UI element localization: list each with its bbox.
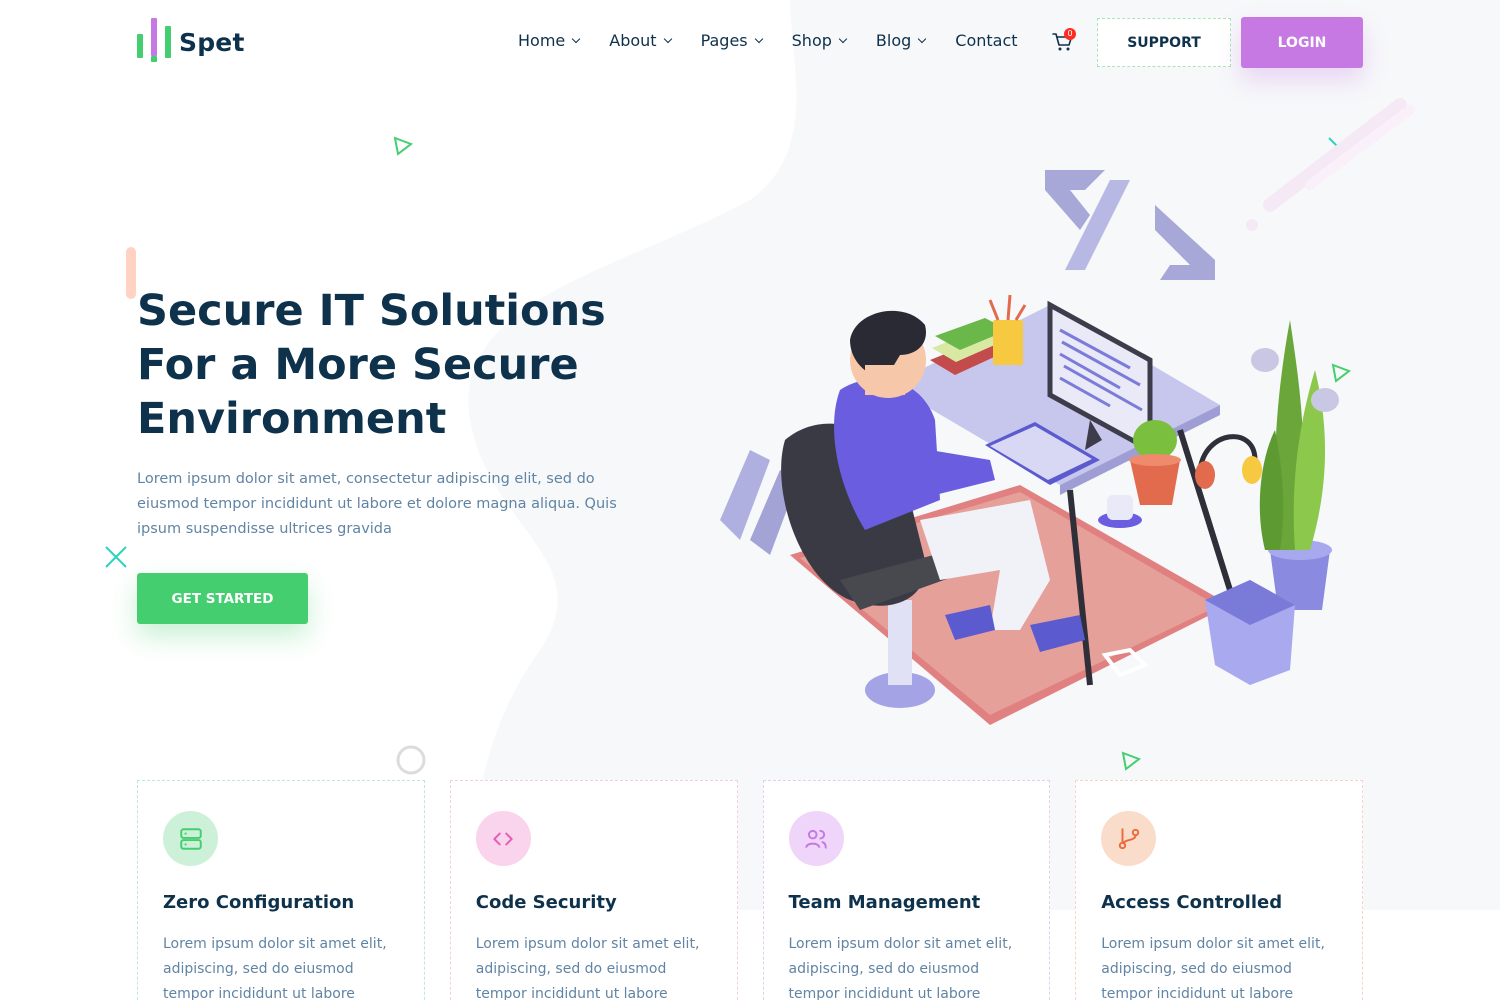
- triangle-shape: [393, 136, 414, 156]
- brand-logo[interactable]: Spet: [137, 18, 245, 62]
- feature-description: Lorem ipsum dolor sit amet elit, adipisc…: [475, 936, 700, 1000]
- feature-card-zero-configuration[interactable]: Zero Configuration Lorem ipsum dolor sit…: [137, 780, 425, 1000]
- feature-description: Lorem ipsum dolor sit amet elit, adipisc…: [163, 936, 387, 1000]
- code-icon: [493, 832, 513, 845]
- support-button[interactable]: SUPPORT: [1097, 18, 1231, 67]
- triangle-shape: [1121, 751, 1142, 771]
- feature-icon-wrapper: [788, 811, 844, 866]
- feature-icon-wrapper: [163, 811, 218, 866]
- nav-label: Contact: [955, 31, 1018, 50]
- feature-card-team-management[interactable]: Team Management Lorem ipsum dolor sit am…: [762, 780, 1051, 1000]
- feature-card-code-security[interactable]: Code Security Lorem ipsum dolor sit amet…: [449, 780, 738, 1000]
- nav-label: Shop: [791, 31, 832, 50]
- nav-item-about[interactable]: About: [609, 31, 672, 50]
- nav-item-blog[interactable]: Blog: [875, 31, 927, 50]
- nav-label: Pages: [700, 31, 748, 50]
- feature-title: Team Management: [788, 892, 981, 913]
- circle-shape: [396, 745, 426, 775]
- cross-shape: [105, 546, 127, 568]
- nav-label: About: [609, 31, 657, 50]
- get-started-button[interactable]: GET STARTED: [137, 573, 308, 624]
- feature-title: Code Security: [475, 892, 617, 913]
- cart-count-badge: 0: [1064, 28, 1076, 40]
- feature-description: Lorem ipsum dolor sit amet elit, adipisc…: [1101, 936, 1325, 1000]
- nav-item-pages[interactable]: Pages: [700, 31, 763, 50]
- developer-illustration: [720, 170, 1339, 725]
- server-icon: [179, 827, 202, 850]
- chevron-down-icon: [663, 34, 672, 44]
- login-button[interactable]: LOGIN: [1241, 17, 1363, 68]
- git-branch-icon: [1118, 827, 1139, 849]
- feature-icon-wrapper: [475, 811, 531, 866]
- chevron-down-icon: [754, 34, 763, 44]
- main-nav: Home About Pages Shop Blog Contact: [518, 31, 1048, 50]
- feature-description: Lorem ipsum dolor sit amet elit, adipisc…: [788, 936, 1013, 1000]
- chevron-down-icon: [572, 34, 581, 44]
- nav-item-home[interactable]: Home: [518, 31, 581, 50]
- feature-card-access-controlled[interactable]: Access Controlled Lorem ipsum dolor sit …: [1075, 780, 1363, 1000]
- site-header: Spet Home About Pages Shop Blog Contact …: [0, 0, 1500, 90]
- code-bracket-shape: [1045, 170, 1215, 280]
- nav-item-shop[interactable]: Shop: [791, 31, 848, 50]
- hero-title: Secure IT Solutions For a More Secure En…: [137, 286, 606, 444]
- nav-item-contact[interactable]: Contact: [955, 31, 1017, 50]
- logo-icon: [137, 18, 171, 62]
- feature-title: Zero Configuration: [163, 892, 355, 913]
- features-section: Zero Configuration Lorem ipsum dolor sit…: [137, 780, 1363, 1000]
- feature-title: Access Controlled: [1101, 892, 1283, 913]
- feature-icon-wrapper: [1101, 811, 1157, 866]
- nav-label: Blog: [875, 31, 912, 50]
- chevron-down-icon: [838, 34, 848, 44]
- chevron-down-icon: [918, 34, 927, 44]
- nav-label: Home: [518, 31, 566, 50]
- hero-description: Lorem ipsum dolor sit amet, consectetur …: [137, 471, 617, 537]
- users-icon: [805, 829, 827, 849]
- brand-name: Spet: [179, 27, 245, 57]
